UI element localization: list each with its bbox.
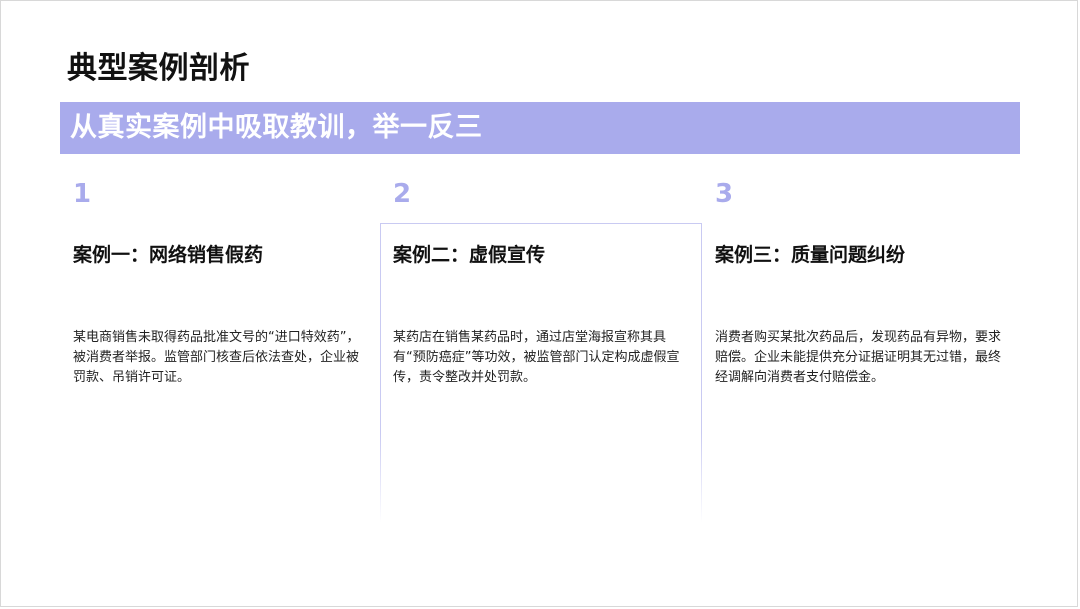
case-card-2: 2 案例二：虚假宣传 某药店在销售某药品时，通过店堂海报宣称其具有“预防癌症”等…	[380, 173, 702, 533]
case-description: 某药店在销售某药品时，通过店堂海报宣称其具有“预防癌症”等功效，被监管部门认定构…	[393, 330, 680, 385]
slide: 典型案例剖析 从真实案例中吸取教训，举一反三 1 案例一：网络销售假药 某电商销…	[0, 0, 1078, 607]
case-title: 案例三：质量问题纠纷	[715, 244, 906, 266]
case-title: 案例二：虚假宣传	[393, 244, 546, 266]
case-number: 3	[715, 179, 734, 209]
case-number: 2	[393, 179, 412, 209]
case-number: 1	[73, 179, 92, 209]
subtitle-banner: 从真实案例中吸取教训，举一反三	[60, 102, 1020, 154]
case-card-1: 1 案例一：网络销售假药 某电商销售未取得药品批准文号的“进口特效药”，被消费者…	[60, 173, 382, 533]
case-card-3: 3 案例三：质量问题纠纷 消费者购买某批次药品后，发现药品有异物，要求赔偿。企业…	[702, 173, 1024, 533]
case-title: 案例一：网络销售假药	[73, 244, 264, 266]
banner-text: 从真实案例中吸取教训，举一反三	[70, 112, 483, 143]
case-description: 消费者购买某批次药品后，发现药品有异物，要求赔偿。企业未能提供充分证据证明其无过…	[715, 330, 1002, 385]
slide-title: 典型案例剖析	[67, 51, 250, 86]
case-description: 某电商销售未取得药品批准文号的“进口特效药”，被消费者举报。监管部门核查后依法查…	[73, 330, 360, 385]
